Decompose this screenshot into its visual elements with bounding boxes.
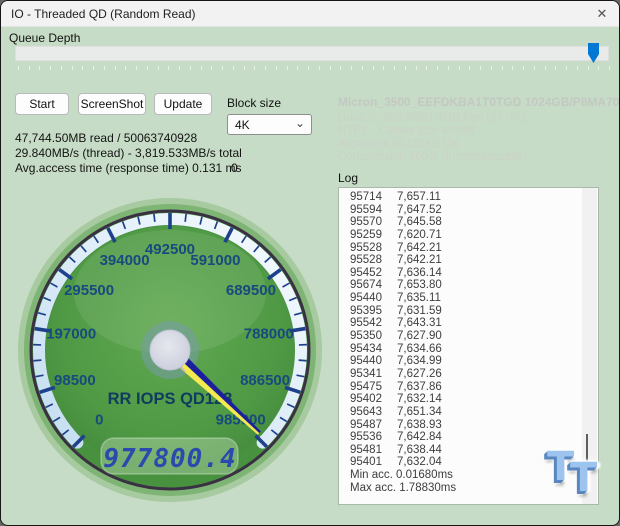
gauge-scale-label: 295500 xyxy=(64,282,114,299)
gauge-scale-label: 689500 xyxy=(226,282,276,299)
gauge-scale-label: 0 xyxy=(95,412,103,429)
drive-model-title: Micron_3500_EEFDKBA1T0TGD 1024GB/P8MA703… xyxy=(338,95,620,109)
drive-filesystem: NTFS - Cluster size 4096B xyxy=(338,125,527,138)
log-label: Log xyxy=(338,171,358,185)
log-row: 954527,636.14 xyxy=(350,267,598,280)
log-row: 954407,635.11 xyxy=(350,292,598,305)
gauge-scale-label: 886500 xyxy=(240,372,290,389)
log-row: 952597,620.71 xyxy=(350,229,598,242)
gauge-lcd-value: 977800.4 xyxy=(103,444,236,474)
gauge-scale-label: 591000 xyxy=(190,252,240,269)
screenshot-button[interactable]: ScreenShot xyxy=(78,93,146,115)
drive-compression: Compression 100% (Incompressible) xyxy=(338,151,527,164)
window-title: IO - Threaded QD (Random Read) xyxy=(11,7,196,21)
gauge-scale-label: 197000 xyxy=(46,325,96,342)
log-row: 953507,627.90 xyxy=(350,330,598,343)
log-row: 954877,638.93 xyxy=(350,419,598,432)
gauge-scale-label: 394000 xyxy=(100,252,150,269)
log-row: 956747,653.80 xyxy=(350,279,598,292)
title-bar: IO - Threaded QD (Random Read) ✕ xyxy=(1,1,619,27)
log-row: 957147,657.11 xyxy=(350,191,598,204)
app-window: IO - Threaded QD (Random Read) ✕ Queue D… xyxy=(0,0,620,526)
log-row: 955427,643.31 xyxy=(350,317,598,330)
log-row: 955287,642.21 xyxy=(350,242,598,255)
log-row: 955947,647.52 xyxy=(350,204,598,217)
gauge-minor-tick xyxy=(154,214,155,222)
iops-gauge: 0 98500 197000 295500 394000492500591000 6895… xyxy=(10,190,330,510)
queue-depth-slider-track[interactable] xyxy=(15,46,609,61)
log-row: 954407,634.99 xyxy=(350,355,598,368)
queue-depth-label: Queue Depth xyxy=(9,31,80,45)
block-size-label: Block size xyxy=(227,96,281,110)
log-row: 953417,627.26 xyxy=(350,368,598,381)
throughput-stats: 47,744.50MB read / 50063740928 29.840MB/… xyxy=(15,131,242,176)
window-body: Queue Depth Start ScreenShot Update Bloc… xyxy=(1,27,619,526)
gauge-minor-tick xyxy=(299,360,307,361)
log-row: 953957,631.59 xyxy=(350,305,598,318)
log-row: 955707,645.58 xyxy=(350,216,598,229)
start-button[interactable]: Start xyxy=(15,93,69,115)
close-icon[interactable]: ✕ xyxy=(592,4,612,24)
drive-info-lines: Drive C: 953.8/801.4GB free (84.0%) NTFS… xyxy=(338,112,527,164)
gauge-scale-label: 788000 xyxy=(244,325,294,342)
stats-access-line: Avg.access time (response time) 0.131 ms xyxy=(15,161,242,176)
log-row: 954027,632.14 xyxy=(350,393,598,406)
log-row: 956437,651.34 xyxy=(350,406,598,419)
watermark-letter: T xyxy=(570,455,597,501)
chevron-down-icon: ⌄ xyxy=(295,116,305,130)
gauge-minor-tick xyxy=(33,360,41,361)
drive-free-space: Drive C: 953.8/801.4GB free (84.0%) xyxy=(338,112,527,125)
log-row: 954347,634.66 xyxy=(350,343,598,356)
stats-extra-zero: 0 xyxy=(231,161,238,175)
block-size-value: 4K xyxy=(235,118,250,132)
gauge-scale-label: 98500 xyxy=(54,372,96,389)
gauge-scale-label: 492500 xyxy=(145,241,195,258)
gauge-minor-tick xyxy=(185,214,186,222)
tweaktown-watermark-logo: T T xyxy=(547,440,607,510)
update-button[interactable]: Update xyxy=(154,93,212,115)
log-row: 955287,642.21 xyxy=(350,254,598,267)
queue-depth-slider-ticks xyxy=(15,66,609,71)
log-row: 954757,637.86 xyxy=(350,381,598,394)
gauge-hub-inner xyxy=(150,330,190,370)
stats-speed-line: 29.840MB/s (thread) - 3,819.533MB/s tota… xyxy=(15,146,242,161)
stats-read-line: 47,744.50MB read / 50063740928 xyxy=(15,131,242,146)
drive-alignment: Alignment 95232KB OK xyxy=(338,138,527,151)
